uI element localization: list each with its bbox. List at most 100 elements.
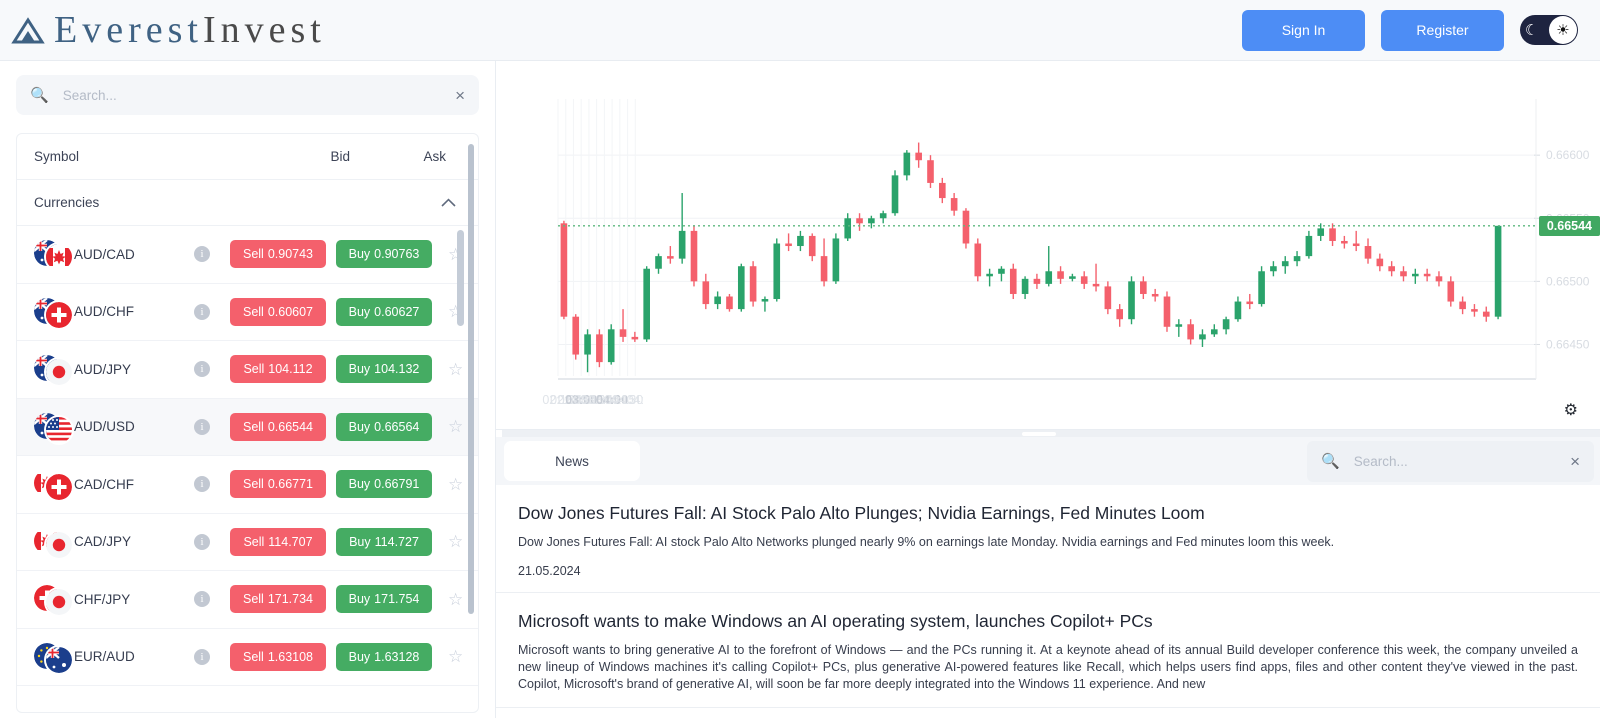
brand-text: EverestInvest (54, 8, 326, 52)
favorite-star-icon[interactable]: ☆ (448, 591, 463, 608)
clear-search-icon[interactable]: × (455, 87, 465, 104)
search-icon: 🔍 (1321, 453, 1340, 470)
currency-pair-flags (34, 527, 74, 558)
info-icon[interactable]: i (194, 533, 210, 550)
sun-icon: ☀ (1549, 16, 1577, 44)
symbols-sidebar: 🔍 × Symbol Bid Ask Currencies AUD/CAD i Se… (0, 61, 496, 718)
symbol-label: AUD/CHF (74, 304, 134, 320)
news-search-input[interactable] (1353, 453, 1557, 469)
news-title[interactable]: Microsoft wants to make Windows an AI op… (518, 611, 1578, 632)
symbols-row-list[interactable]: AUD/CAD i Sell 0.90743 Buy 0.90763 ☆ AUD/CHF i Se… (17, 226, 478, 712)
favorite-star-icon[interactable]: ☆ (448, 418, 463, 435)
info-icon[interactable]: i (194, 591, 210, 608)
resize-handle[interactable] (1022, 432, 1056, 436)
candlestick-chart[interactable]: 0.666000.665500.665000.6645002:1502:3002… (496, 61, 1600, 429)
sell-button[interactable]: Sell 0.60607 (230, 297, 326, 326)
app-header: EverestInvest Sign In Register ☾ ☀ (0, 0, 1600, 61)
brand-secondary: Invest (202, 9, 326, 51)
sidebar-scrollbar[interactable] (468, 144, 474, 614)
news-list[interactable]: Dow Jones Futures Fall: AI Stock Palo Al… (496, 485, 1600, 718)
currency-pair-flags (34, 354, 74, 386)
table-row[interactable]: AUD/CHF i Sell 0.60607 Buy 0.60627 ☆ (17, 284, 478, 341)
group-currencies[interactable]: Currencies (17, 180, 478, 226)
info-icon[interactable]: i (194, 303, 210, 320)
table-row[interactable]: EUR/AUD i Sell 1.63108 Buy 1.63128 ☆ (17, 629, 478, 686)
register-button[interactable]: Register (1381, 9, 1504, 51)
news-search-box[interactable]: 🔍 × (1307, 440, 1594, 482)
info-icon[interactable]: i (194, 246, 210, 263)
tab-news[interactable]: News (504, 441, 640, 481)
symbols-table-header: Symbol Bid Ask (17, 134, 478, 180)
search-icon: 🔍 (30, 87, 49, 104)
svg-text:0.66450: 0.66450 (1546, 337, 1590, 351)
price-chart-pane[interactable]: 0.666000.665500.665000.6645002:1502:3002… (496, 61, 1600, 429)
info-icon[interactable]: i (194, 418, 210, 435)
theme-toggle[interactable]: ☾ ☀ (1520, 15, 1578, 45)
moon-icon: ☾ (1525, 21, 1539, 39)
news-pane: News 🔍 × Dow Jones Futures Fall: AI Stoc… (496, 429, 1600, 718)
brand-logo[interactable]: EverestInvest (8, 8, 326, 52)
svg-text:04:: 04: (627, 393, 644, 407)
gear-icon[interactable]: ⚙ (1564, 403, 1578, 419)
clear-search-icon[interactable]: × (1570, 453, 1580, 470)
symbol-label: CAD/JPY (74, 534, 132, 550)
group-currencies-label: Currencies (34, 195, 100, 210)
news-title[interactable]: Dow Jones Futures Fall: AI Stock Palo Al… (518, 503, 1578, 524)
buy-button[interactable]: Buy 1.63128 (336, 642, 432, 671)
table-row[interactable]: CAD/CHF i Sell 0.66771 Buy 0.66791 ☆ (17, 456, 478, 514)
news-description: Microsoft wants to bring generative AI t… (518, 643, 1578, 691)
news-date: 21.05.2024 (518, 564, 581, 578)
currency-pair-flags (34, 239, 74, 271)
buy-button[interactable]: Buy 0.60627 (336, 297, 432, 326)
buy-button[interactable]: Buy 0.90763 (336, 240, 432, 269)
column-ask: Ask (423, 149, 446, 164)
favorite-star-icon[interactable]: ☆ (448, 476, 463, 493)
sell-button[interactable]: Sell 114.707 (230, 527, 326, 556)
news-item[interactable]: Dow Jones Futures Fall: AI Stock Palo Al… (496, 485, 1600, 593)
pane-divider (502, 430, 1600, 437)
info-icon[interactable]: i (194, 648, 210, 665)
buy-button[interactable]: Buy 171.754 (336, 585, 432, 614)
currency-pair-flags (34, 642, 74, 673)
info-icon[interactable]: i (194, 476, 210, 493)
table-row[interactable]: AUD/CAD i Sell 0.90743 Buy 0.90763 ☆ (17, 226, 478, 284)
news-toolbar: News 🔍 × (496, 437, 1600, 485)
sell-button[interactable]: Sell 0.90743 (230, 240, 326, 269)
buy-button[interactable]: Buy 104.132 (336, 355, 432, 384)
flag-jp-icon (46, 589, 72, 616)
sell-button[interactable]: Sell 1.63108 (230, 642, 326, 671)
table-row[interactable]: CAD/JPY i Sell 114.707 Buy 114.727 ☆ (17, 514, 478, 571)
flag-us-icon (46, 416, 72, 443)
sell-button[interactable]: Sell 104.112 (230, 355, 326, 384)
currency-pair-flags (34, 412, 74, 443)
current-price-tag: 0.66544 (1538, 215, 1600, 236)
mountain-icon (11, 17, 45, 44)
news-item[interactable]: Microsoft wants to make Windows an AI op… (496, 593, 1600, 708)
buy-button[interactable]: Buy 0.66791 (336, 470, 432, 499)
sell-button[interactable]: Sell 0.66544 (230, 412, 326, 441)
favorite-star-icon[interactable]: ☆ (448, 361, 463, 378)
flag-ca-icon (46, 244, 72, 271)
buy-button[interactable]: Buy 0.66564 (336, 412, 432, 441)
symbols-table: Symbol Bid Ask Currencies AUD/CAD i Sell 0.… (16, 133, 479, 713)
info-icon[interactable]: i (194, 361, 210, 378)
buy-button[interactable]: Buy 114.727 (336, 527, 432, 556)
flag-jp-icon (46, 359, 72, 386)
chevron-up-icon[interactable] (441, 198, 456, 207)
symbol-label: AUD/CAD (74, 246, 135, 262)
sell-button[interactable]: Sell 171.734 (230, 585, 326, 614)
table-row[interactable]: AUD/USD i Sell 0.66544 Buy 0.66564 ☆ (17, 398, 478, 456)
symbols-list-scrollbar[interactable] (457, 230, 464, 326)
svg-text:0.66500: 0.66500 (1546, 274, 1590, 288)
symbol-search-box[interactable]: 🔍 × (16, 75, 479, 115)
favorite-star-icon[interactable]: ☆ (448, 533, 463, 550)
flag-jp-icon (46, 531, 72, 558)
sell-button[interactable]: Sell 0.66771 (230, 470, 326, 499)
symbol-search-input[interactable] (62, 87, 442, 103)
favorite-star-icon[interactable]: ☆ (448, 648, 463, 665)
flag-ch-icon (46, 474, 72, 501)
symbol-label: CHF/JPY (74, 591, 131, 607)
table-row[interactable]: AUD/JPY i Sell 104.112 Buy 104.132 ☆ (17, 341, 478, 399)
table-row[interactable]: CHF/JPY i Sell 171.734 Buy 171.754 ☆ (17, 571, 478, 629)
sign-in-button[interactable]: Sign In (1242, 9, 1365, 51)
